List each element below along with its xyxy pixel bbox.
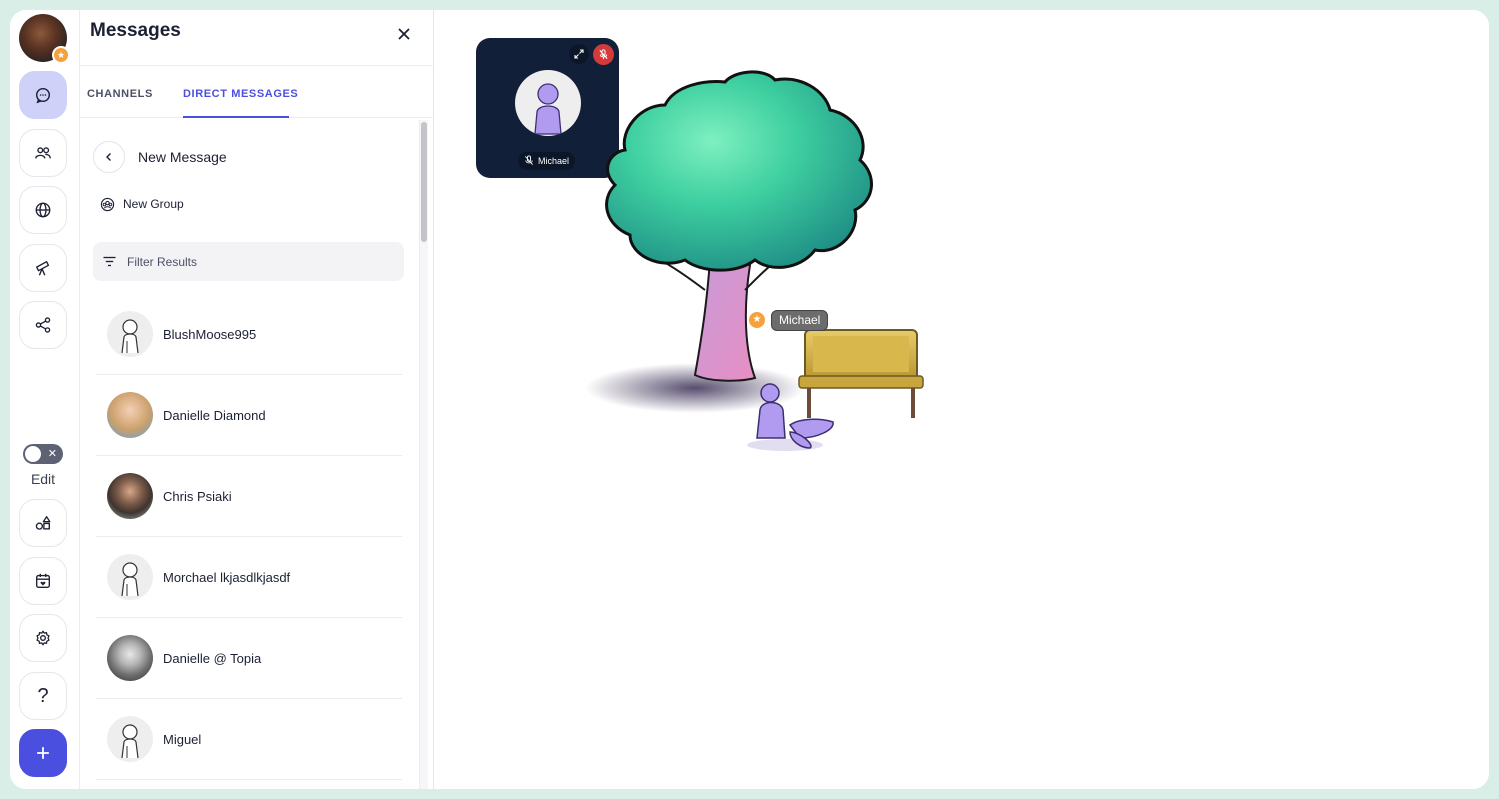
settings-button[interactable] (19, 614, 67, 662)
share-button[interactable] (19, 301, 67, 349)
edit-label: Edit (30, 471, 56, 487)
people-button[interactable] (19, 129, 67, 177)
contact-item[interactable]: Chris Psiaki (96, 456, 402, 537)
telescope-button[interactable] (19, 244, 67, 292)
default-avatar-icon (107, 716, 153, 762)
user-avatar[interactable]: ★ (19, 14, 70, 64)
telescope-icon (36, 261, 50, 276)
expand-icon (574, 49, 584, 59)
people-icon (35, 147, 51, 159)
player-star-icon: ★ (747, 310, 767, 330)
globe-button[interactable] (19, 186, 67, 234)
gear-icon (36, 630, 50, 646)
contact-item[interactable]: BlushMoose995 (96, 294, 402, 375)
star-badge-icon: ★ (52, 46, 70, 64)
help-icon: ? (37, 684, 49, 707)
message-tabs: CHANNELS DIRECT MESSAGES (80, 66, 434, 118)
messages-panel: Messages CHANNELS DIRECT MESSAGES New Me… (80, 10, 434, 789)
video-name: Michael (538, 156, 570, 166)
contact-name: Morchael lkjasdlkjasdf (163, 570, 291, 585)
mic-off-icon (599, 49, 608, 60)
contact-item[interactable]: Morchael lkjasdlkjasdf (96, 537, 402, 618)
new-group-label: New Group (123, 197, 184, 211)
player-name-tag: Michael (771, 310, 829, 331)
contact-list-scrollbar[interactable] (419, 120, 428, 789)
toggle-off-icon: ✕ (47, 448, 57, 460)
default-avatar-icon (107, 311, 153, 357)
events-button[interactable] (19, 557, 67, 605)
contact-item[interactable]: Miguel (96, 699, 402, 780)
back-button[interactable] (93, 141, 125, 173)
filter-icon (103, 256, 116, 267)
video-avatar (515, 70, 581, 136)
tab-channels[interactable]: CHANNELS (87, 88, 153, 100)
globe-icon (35, 202, 51, 218)
toggle-knob (25, 446, 41, 462)
video-name-label: Michael (518, 152, 576, 170)
active-tab-indicator (183, 116, 289, 118)
chat-bubble-icon (35, 87, 51, 104)
edit-mode-toggle[interactable]: ✕ (23, 444, 63, 464)
new-message-title: New Message (138, 149, 227, 165)
contact-photo-avatar (107, 635, 153, 681)
close-icon (398, 28, 410, 40)
default-avatar-icon (107, 554, 153, 600)
shapes-icon (35, 516, 51, 530)
scroll-thumb[interactable] (421, 122, 427, 242)
world-scene (585, 70, 924, 451)
contact-name: Danielle Diamond (163, 408, 266, 423)
app-frame: ★ ✕ Edit ? Messages CHANNELS DIRECT MESS… (10, 10, 1489, 789)
contact-photo-avatar (107, 473, 153, 519)
mic-off-icon (524, 155, 534, 165)
contact-list: BlushMoose995 Danielle Diamond Chris Psi… (96, 294, 402, 780)
help-button[interactable]: ? (19, 672, 67, 720)
contact-name: Danielle @ Topia (163, 651, 262, 666)
panel-title: Messages (90, 20, 181, 41)
contact-item[interactable]: Danielle @ Topia (96, 618, 402, 699)
chevron-left-icon (106, 153, 111, 161)
group-icon (100, 197, 115, 211)
contact-name: Chris Psiaki (163, 489, 232, 504)
contact-name: BlushMoose995 (163, 327, 257, 342)
left-rail: ★ ✕ Edit ? (10, 10, 80, 789)
new-group-button[interactable]: New Group (100, 194, 184, 214)
bench (798, 329, 924, 418)
filter-field[interactable] (93, 242, 404, 281)
calendar-heart-icon (36, 573, 50, 588)
tab-direct-messages[interactable]: DIRECT MESSAGES (183, 88, 298, 100)
messages-button[interactable] (19, 71, 67, 119)
share-icon (35, 317, 51, 333)
contact-photo-avatar (107, 392, 153, 438)
contact-item[interactable]: Danielle Diamond (96, 375, 402, 456)
purple-avatar-icon (534, 83, 562, 135)
world-canvas[interactable]: Michael ★ Michael (435, 10, 1489, 789)
tree-canopy (605, 70, 873, 272)
objects-button[interactable] (19, 499, 67, 547)
filter-input[interactable] (127, 254, 387, 269)
add-button[interactable] (19, 729, 67, 777)
plus-icon (37, 747, 49, 759)
contact-name: Miguel (163, 732, 202, 747)
close-panel-button[interactable] (394, 24, 414, 44)
